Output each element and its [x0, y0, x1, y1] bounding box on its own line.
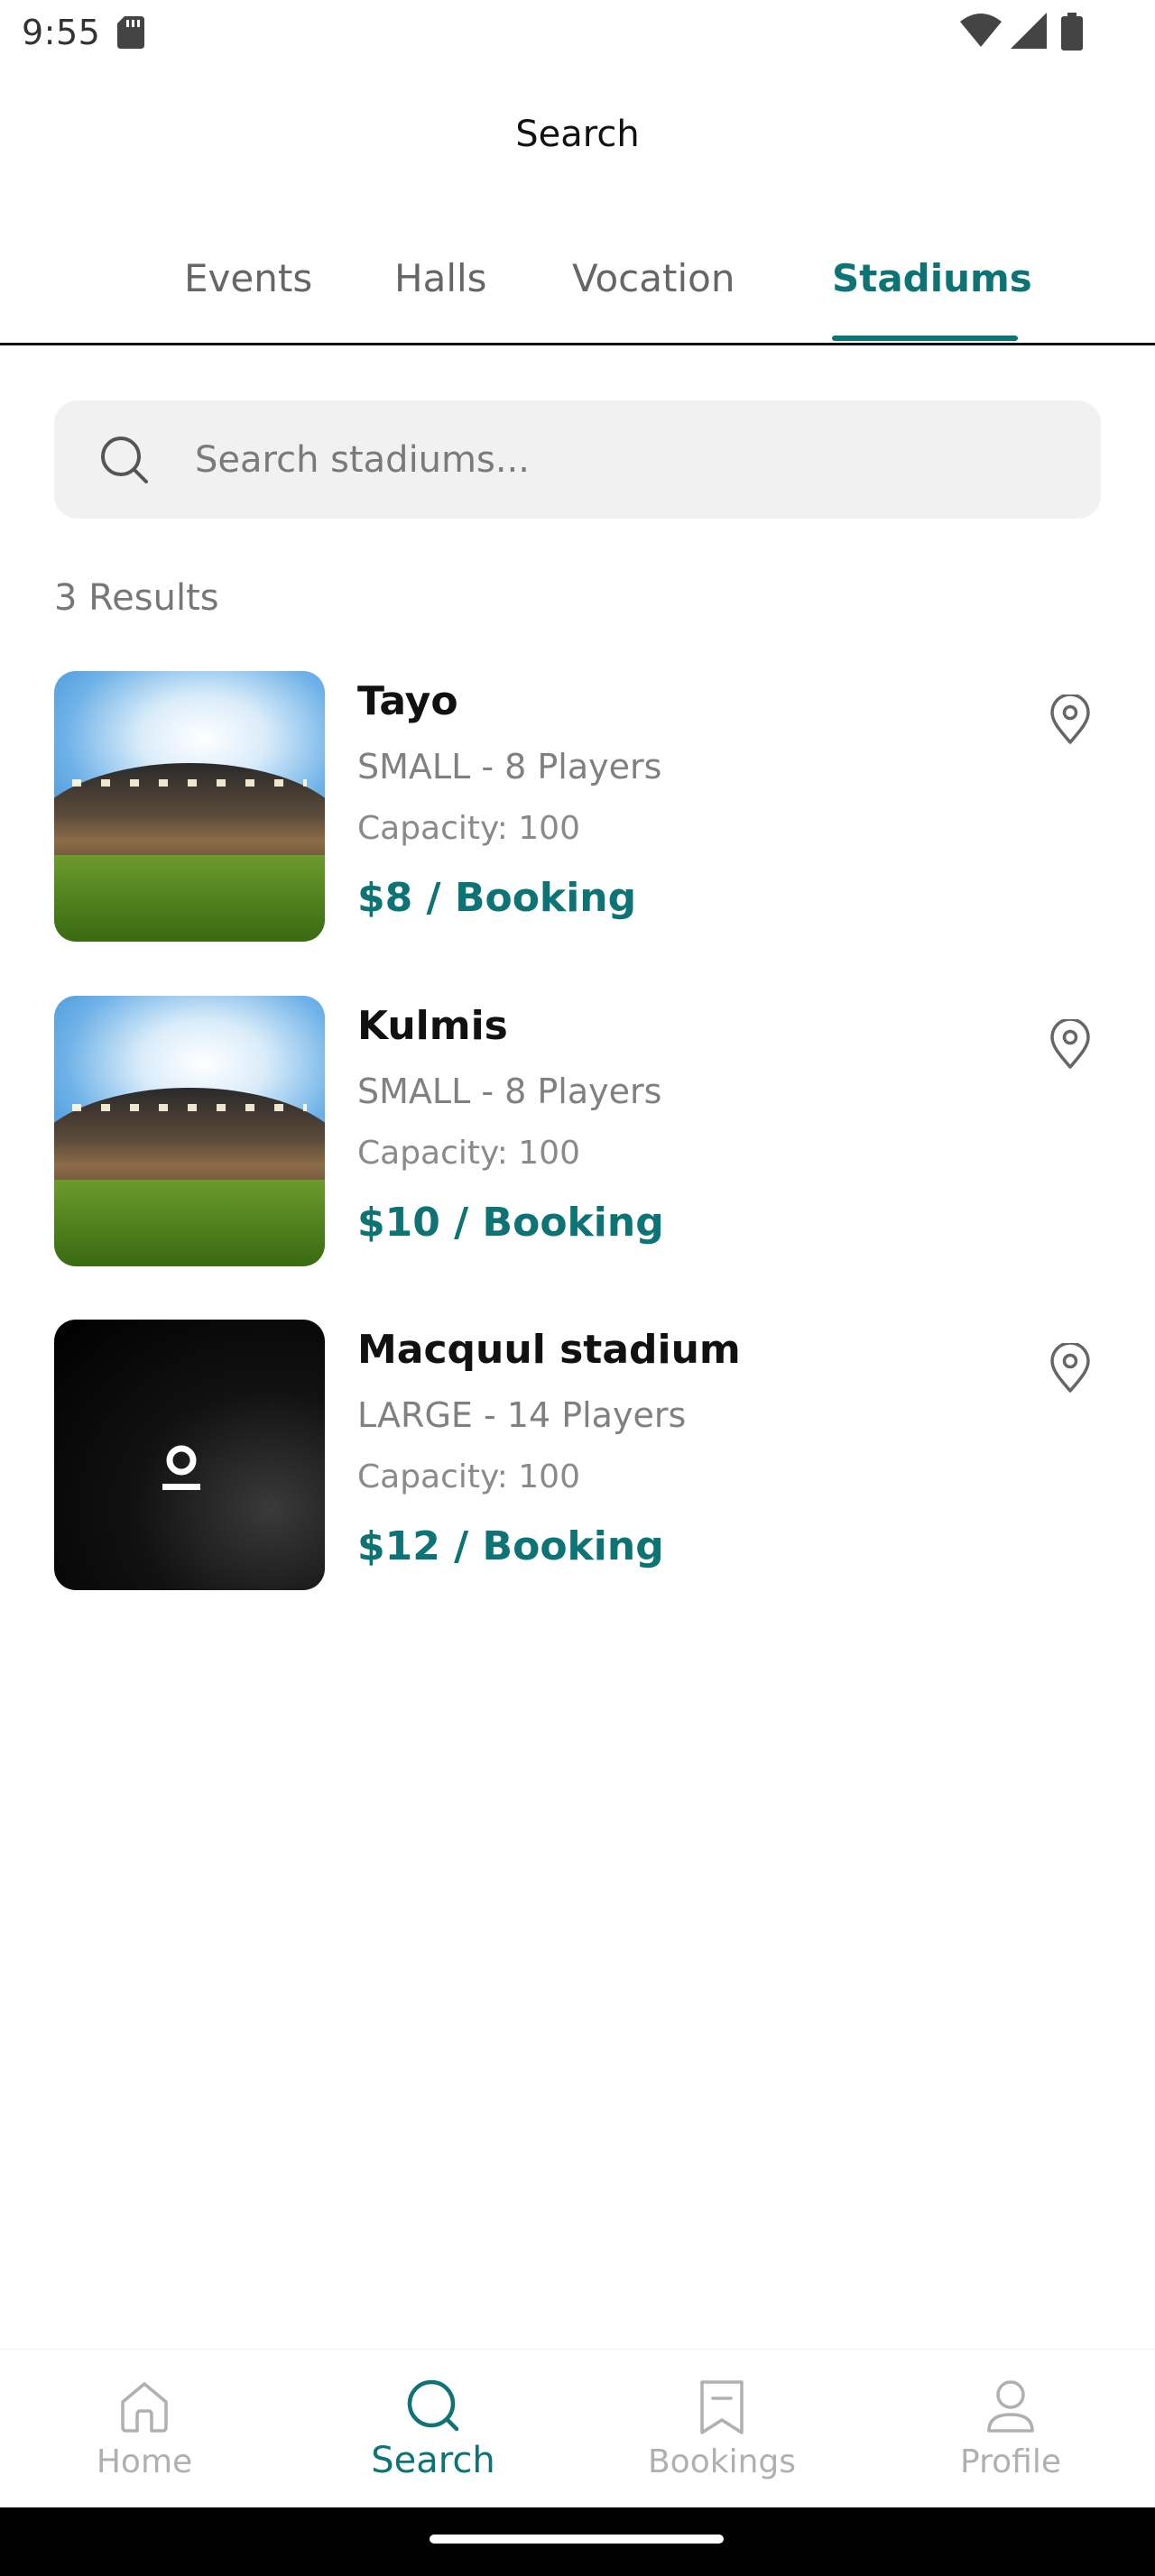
active-tab-indicator — [832, 336, 1018, 341]
stadium-price: $12 / Booking — [357, 1523, 664, 1569]
results-count: 3 Results — [54, 577, 219, 619]
status-time: 9:55 — [22, 13, 101, 52]
stadium-capacity: Capacity: 100 — [357, 1458, 580, 1495]
stadium-card[interactable]: Macquul stadium LARGE - 14 Players Capac… — [54, 1320, 1101, 1590]
nav-profile[interactable]: Profile — [920, 2377, 1101, 2503]
tab-events[interactable]: Events — [184, 256, 312, 300]
stadium-size: SMALL - 8 Players — [357, 747, 662, 787]
tab-vocation[interactable]: Vocation — [572, 256, 735, 300]
category-tabs: Events Halls Vocation Stadiums — [0, 245, 1155, 345]
nav-search[interactable]: Search — [343, 2377, 523, 2503]
search-icon — [101, 437, 148, 483]
stadium-thumbnail — [54, 671, 325, 942]
stadium-name: Macquul stadium — [357, 1327, 741, 1373]
stadium-card[interactable]: Tayo SMALL - 8 Players Capacity: 100 $8 … — [54, 671, 1101, 942]
location-pin-icon[interactable] — [1049, 1343, 1092, 1394]
search-bar[interactable] — [54, 400, 1101, 519]
stadium-capacity: Capacity: 100 — [357, 810, 580, 847]
location-pin-icon[interactable] — [1049, 695, 1092, 745]
page-title: Search — [515, 114, 640, 155]
stadium-card[interactable]: Kulmis SMALL - 8 Players Capacity: 100 $… — [54, 996, 1101, 1266]
search-input[interactable] — [195, 428, 1061, 492]
nav-profile-label: Profile — [960, 2443, 1061, 2480]
gesture-handle[interactable] — [430, 2535, 724, 2544]
nav-bookings[interactable]: Bookings — [632, 2377, 812, 2503]
stadium-size: LARGE - 14 Players — [357, 1395, 687, 1435]
stadium-size: SMALL - 8 Players — [357, 1072, 662, 1111]
stadium-price: $10 / Booking — [357, 1200, 664, 1246]
wifi-icon — [960, 14, 1002, 47]
system-gesture-area — [0, 2507, 1155, 2576]
location-pin-icon[interactable] — [1049, 1019, 1092, 1070]
home-icon — [121, 2382, 168, 2433]
stadium-name: Kulmis — [357, 1003, 508, 1049]
tab-stadiums[interactable]: Stadiums — [832, 256, 1032, 300]
signal-icon — [1011, 13, 1047, 49]
nav-search-label: Search — [371, 2440, 495, 2481]
profile-icon — [987, 2380, 1034, 2433]
stadium-thumbnail — [54, 1320, 325, 1590]
stadium-capacity: Capacity: 100 — [357, 1135, 580, 1172]
search-icon — [407, 2379, 459, 2432]
battery-icon — [1061, 13, 1083, 51]
nav-home[interactable]: Home — [54, 2377, 235, 2503]
bottom-navigation: Home Search Bookings Profile — [0, 2349, 1155, 2507]
status-bar: 9:55 — [0, 0, 1155, 65]
stadium-thumbnail — [54, 996, 325, 1266]
bookmark-icon — [700, 2380, 744, 2434]
sd-card-icon — [117, 16, 144, 49]
stadium-price: $8 / Booking — [357, 875, 637, 921]
tab-halls[interactable]: Halls — [394, 256, 487, 300]
nav-home-label: Home — [96, 2443, 193, 2480]
brand-logo-icon — [162, 1445, 200, 1490]
tabs-divider — [0, 343, 1155, 345]
nav-bookings-label: Bookings — [647, 2443, 797, 2480]
stadium-name: Tayo — [357, 678, 458, 724]
